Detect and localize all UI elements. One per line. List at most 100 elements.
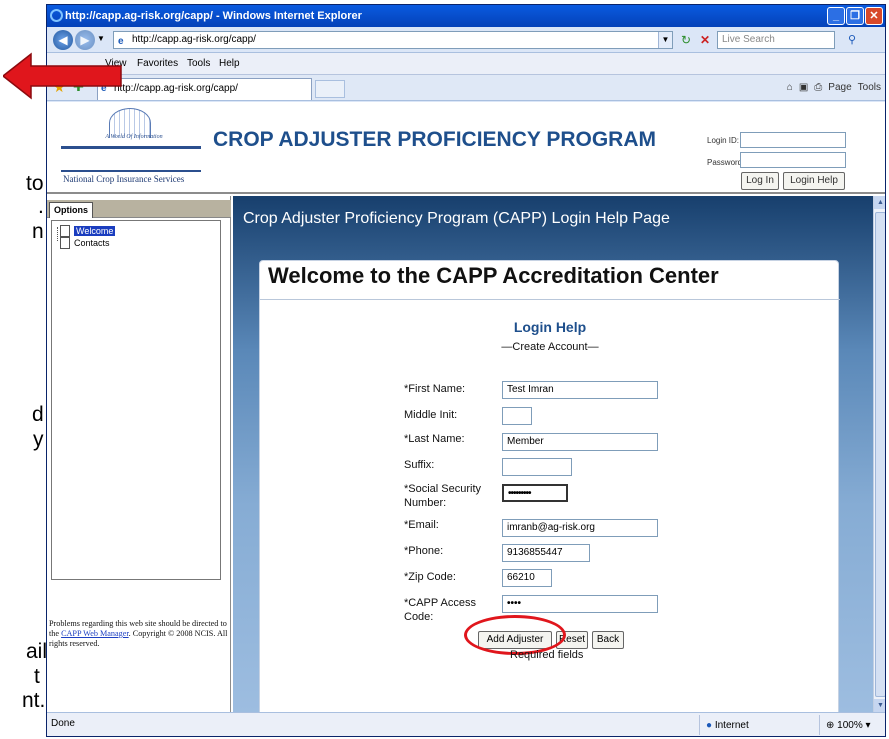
tree-item-label: Contacts <box>74 238 110 248</box>
site-title: CROP ADJUSTER PROFICIENCY PROGRAM <box>213 128 656 151</box>
minimize-icon[interactable]: _ <box>827 7 845 25</box>
side-text: d <box>32 403 44 426</box>
menu-help[interactable]: Help <box>219 53 240 75</box>
search-input[interactable]: Live Search <box>717 31 835 49</box>
address-bar[interactable]: e http://capp.ag-risk.org/capp/ ▼ <box>113 31 673 49</box>
feeds-icon[interactable]: ▣ <box>799 79 808 97</box>
screenshot: to . n d y ail t nt. http://capp.ag-risk… <box>0 0 889 739</box>
tab-label: http://capp.ag-risk.org/capp/ <box>114 83 238 94</box>
zip-code-field[interactable]: 66210 <box>502 569 552 587</box>
scroll-thumb[interactable] <box>875 212 885 697</box>
logo-name: National Crop Insurance Services <box>63 174 185 184</box>
page-content: A World Of Information National Crop Ins… <box>47 102 885 712</box>
red-arrow-icon <box>3 52 122 100</box>
print-icon[interactable]: ⎙ <box>814 79 822 97</box>
side-text: n <box>32 220 44 243</box>
forward-arrow-icon[interactable]: ▶ <box>75 30 95 50</box>
tools-menu[interactable]: Tools <box>858 79 881 97</box>
address-dropdown-icon[interactable]: ▼ <box>658 32 672 48</box>
page-heading: Crop Adjuster Proficiency Program (CAPP)… <box>243 210 670 227</box>
vertical-scrollbar[interactable]: ▲ ▼ <box>873 196 885 712</box>
zoom-label: 100% <box>837 720 863 731</box>
address-toolbar: ◀ ▶ ▼ e http://capp.ag-risk.org/capp/ ▼ … <box>47 27 885 53</box>
access-code-field[interactable]: •••• <box>502 595 658 613</box>
status-text: Done <box>51 718 75 729</box>
logo-motto: A World Of Information <box>105 134 163 140</box>
page-icon: e <box>118 36 124 47</box>
options-tree: Welcome Contacts <box>51 220 221 580</box>
page-menu[interactable]: Page <box>828 79 851 97</box>
tree-item-welcome[interactable]: Welcome <box>60 225 116 237</box>
ssn-label-line2: Number: <box>404 497 447 509</box>
home-icon[interactable]: ⌂ <box>787 79 793 97</box>
menu-bar: View Favorites Tools Help <box>47 53 885 75</box>
section-subtitle: —Create Account— <box>501 341 599 353</box>
menu-tools[interactable]: Tools <box>187 53 210 75</box>
first-name-field[interactable]: Test Imran <box>502 381 658 399</box>
back-arrow-icon[interactable]: ◀ <box>53 30 73 50</box>
first-name-label: *First Name: <box>404 383 466 395</box>
access-code-label: *CAPP Access <box>404 597 476 609</box>
document-icon <box>60 225 70 237</box>
side-text: y <box>33 428 44 451</box>
close-icon[interactable]: ✕ <box>865 7 883 25</box>
suffix-label: Suffix: <box>404 459 435 471</box>
suffix-field[interactable] <box>502 458 572 476</box>
side-text: nt. <box>22 689 46 712</box>
card-title: Welcome to the CAPP Accreditation Center <box>268 263 719 288</box>
browser-tab[interactable]: e http://capp.ag-risk.org/capp/ <box>97 78 312 100</box>
login-help-button[interactable]: Login Help <box>783 172 845 190</box>
history-dropdown-icon[interactable]: ▼ <box>97 34 105 43</box>
required-note: Required fields <box>510 649 584 661</box>
new-tab-button[interactable] <box>315 80 345 98</box>
stop-icon[interactable]: ✕ <box>696 31 714 49</box>
tree-item-contacts[interactable]: Contacts <box>60 237 110 249</box>
main-panel: Crop Adjuster Proficiency Program (CAPP)… <box>233 196 873 712</box>
options-bar: Options <box>47 200 231 218</box>
sidebar: Options Welcome Contacts Problems regard… <box>47 196 231 712</box>
globe-icon: ● <box>706 720 713 731</box>
side-text: ail <box>26 640 48 663</box>
last-name-label: *Last Name: <box>404 433 465 445</box>
side-text: to <box>26 172 44 195</box>
log-in-button[interactable]: Log In <box>741 172 779 190</box>
side-text: . <box>38 195 44 218</box>
email-field[interactable]: imranb@ag-risk.org <box>502 519 658 537</box>
status-bar: Done ● Internet ⊕ 100% ▾ <box>47 712 885 736</box>
internet-zone: ● Internet <box>699 715 749 735</box>
ncis-logo: A World Of Information National Crop Ins… <box>59 108 209 188</box>
ssn-field[interactable]: ••••••••• <box>502 484 568 502</box>
phone-label: *Phone: <box>404 545 444 557</box>
favorites-bar: ★ ✚ e http://capp.ag-risk.org/capp/ ⌂ ▣ … <box>47 75 885 101</box>
login-id-input[interactable] <box>740 132 846 148</box>
phone-field[interactable]: 9136855447 <box>502 544 590 562</box>
middle-init-label: Middle Init: <box>404 409 458 421</box>
ie-window: http://capp.ag-risk.org/capp/ - Windows … <box>46 4 886 737</box>
scroll-down-icon[interactable]: ▼ <box>874 699 885 712</box>
zoom-icon: ⊕ <box>826 720 835 731</box>
window-title: http://capp.ag-risk.org/capp/ - Windows … <box>65 10 362 22</box>
password-input[interactable] <box>740 152 846 168</box>
scroll-up-icon[interactable]: ▲ <box>874 196 885 209</box>
back-button[interactable]: Back <box>592 631 624 649</box>
search-icon[interactable]: ⚲ <box>841 31 863 49</box>
sidebar-footer: Problems regarding this web site should … <box>49 619 228 648</box>
side-text: t <box>34 665 40 688</box>
ie-icon <box>50 9 63 22</box>
welcome-card: Welcome to the CAPP Accreditation Center… <box>259 260 840 712</box>
tree-item-label: Welcome <box>74 226 116 236</box>
tab-options[interactable]: Options <box>49 202 93 218</box>
access-code-label-line2: Code: <box>404 611 434 623</box>
section-title: Login Help <box>513 319 587 335</box>
middle-init-field[interactable] <box>502 407 532 425</box>
zip-code-label: *Zip Code: <box>404 571 456 583</box>
slide-side-text: to . n d y ail t nt. <box>0 0 48 739</box>
refresh-icon[interactable]: ↻ <box>677 31 695 49</box>
capp-web-manager-link[interactable]: CAPP Web Manager <box>61 629 129 638</box>
ssn-label: *Social Security <box>404 483 482 495</box>
last-name-field[interactable]: Member <box>502 433 658 451</box>
maximize-icon[interactable]: ❐ <box>846 7 864 25</box>
menu-favorites[interactable]: Favorites <box>137 53 178 75</box>
email-label: *Email: <box>404 519 439 531</box>
zoom-control[interactable]: ⊕ 100% ▾ <box>819 715 871 735</box>
